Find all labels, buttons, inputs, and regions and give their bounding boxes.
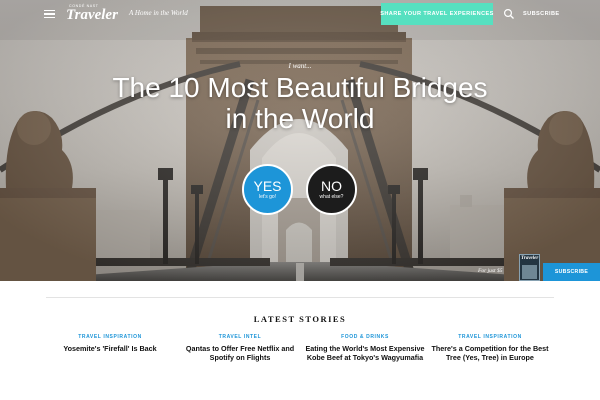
- share-experiences-button[interactable]: SHARE YOUR TRAVEL EXPERIENCES: [380, 3, 493, 25]
- story-category[interactable]: TRAVEL INSPIRATION: [50, 334, 170, 340]
- story-title[interactable]: Eating the World's Most Expensive Kobe B…: [305, 344, 425, 362]
- story-card[interactable]: TRAVEL INTEL Qantas to Offer Free Netfli…: [180, 334, 300, 362]
- no-label: NO: [321, 177, 342, 194]
- magazine-cover-title: Traveler: [521, 256, 539, 261]
- top-nav: CONDÉ NAST Traveler A Home in the World …: [0, 0, 600, 30]
- hero-kicker: I want...: [288, 62, 312, 70]
- story-category[interactable]: FOOD & DRINKS: [305, 334, 425, 340]
- hamburger-icon[interactable]: [44, 10, 55, 19]
- magazine-cover-art: [522, 265, 537, 279]
- promo-price-text: For just $5: [478, 268, 503, 274]
- tagline: A Home in the World: [129, 9, 188, 17]
- section-divider: [46, 297, 554, 298]
- yes-button[interactable]: YES let's go!: [242, 164, 293, 215]
- story-category[interactable]: TRAVEL INSPIRATION: [430, 334, 550, 340]
- logo-wordmark: Traveler: [66, 7, 118, 23]
- hero-banner: CONDÉ NAST Traveler A Home in the World …: [0, 0, 600, 281]
- story-title[interactable]: Yosemite's 'Firefall' Is Back: [50, 344, 170, 353]
- story-title[interactable]: There's a Competition for the Best Tree …: [430, 344, 550, 362]
- site-logo[interactable]: CONDÉ NAST Traveler: [66, 4, 122, 26]
- story-card[interactable]: FOOD & DRINKS Eating the World's Most Ex…: [305, 334, 425, 362]
- magazine-cover[interactable]: Traveler: [519, 254, 540, 281]
- search-icon[interactable]: [503, 8, 515, 20]
- no-button[interactable]: NO what else?: [306, 164, 357, 215]
- story-card[interactable]: TRAVEL INSPIRATION There's a Competition…: [430, 334, 550, 362]
- hero-subscribe-button[interactable]: SUBSCRIBE: [543, 263, 600, 281]
- story-card[interactable]: TRAVEL INSPIRATION Yosemite's 'Firefall'…: [50, 334, 170, 353]
- latest-stories-heading: LATEST STORIES: [253, 314, 347, 324]
- yes-label: YES: [253, 177, 282, 194]
- yes-sublabel: let's go!: [258, 193, 277, 200]
- story-title[interactable]: Qantas to Offer Free Netflix and Spotify…: [180, 344, 300, 362]
- story-category[interactable]: TRAVEL INTEL: [180, 334, 300, 340]
- no-sublabel: what else?: [319, 193, 344, 200]
- subscribe-link[interactable]: SUBSCRIBE: [523, 11, 560, 17]
- hero-bridge-photo: [0, 0, 600, 281]
- hero-headline: The 10 Most Beautiful Bridges in the Wor…: [112, 72, 488, 134]
